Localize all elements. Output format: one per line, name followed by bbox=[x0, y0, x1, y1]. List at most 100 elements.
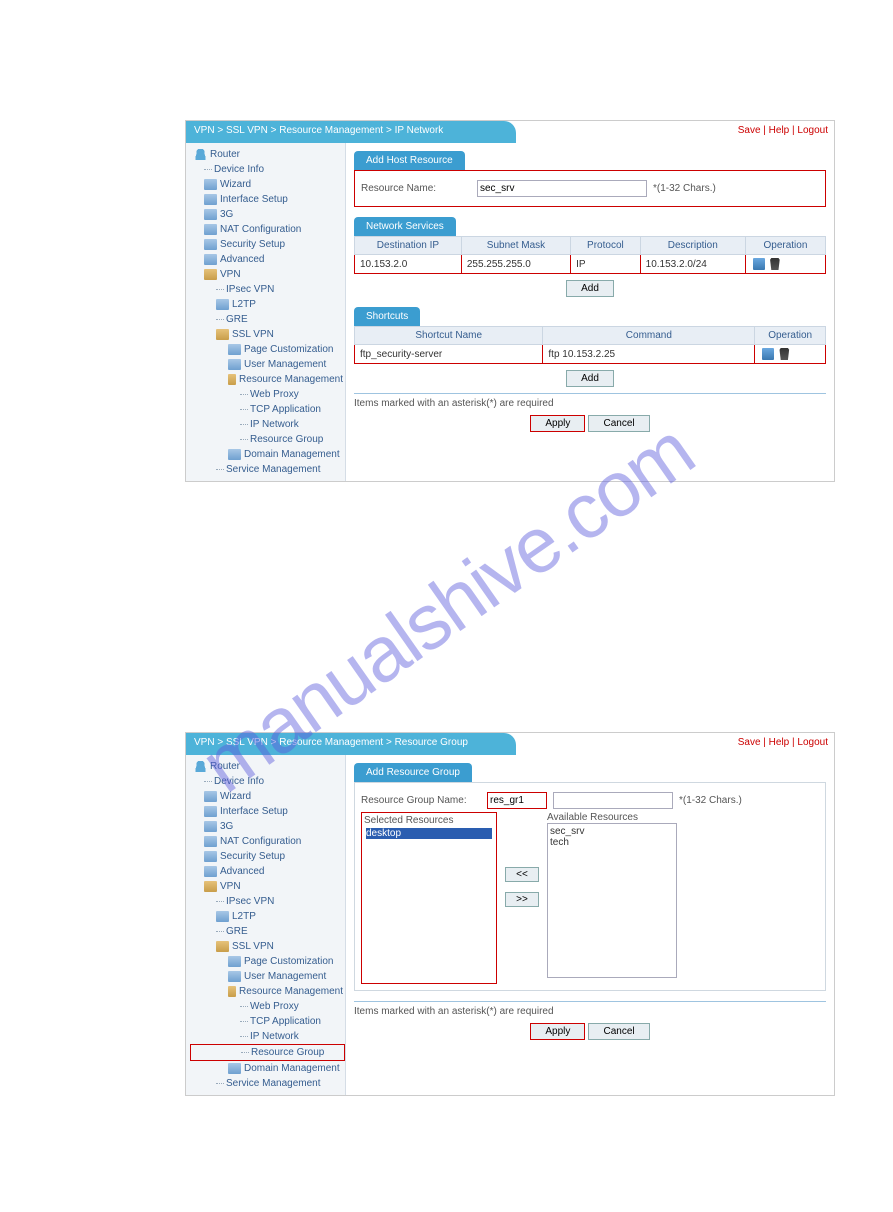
sidebar-item-router[interactable]: Router bbox=[190, 147, 345, 162]
tree-icon bbox=[240, 1006, 248, 1007]
sidebar-item-tcp-app[interactable]: TCP Application bbox=[190, 1014, 345, 1029]
link-logout[interactable]: Logout bbox=[797, 125, 828, 136]
sidebar-item-vpn[interactable]: VPN bbox=[190, 879, 345, 894]
edit-icon[interactable] bbox=[762, 348, 774, 360]
listbox-available[interactable]: sec_srv tech bbox=[547, 823, 677, 978]
sidebar-item-domain-mgmt[interactable]: Domain Management bbox=[190, 1061, 345, 1076]
link-help[interactable]: Help bbox=[769, 125, 790, 136]
delete-icon[interactable] bbox=[769, 258, 781, 270]
sidebar-item-res-mgmt[interactable]: Resource Management bbox=[190, 984, 345, 999]
folder-icon bbox=[204, 806, 217, 817]
sidebar-item-page-custom[interactable]: Page Customization bbox=[190, 342, 345, 357]
label-group-name: Resource Group Name: bbox=[361, 795, 481, 806]
th-dest-ip[interactable]: Destination IP bbox=[355, 237, 462, 255]
sidebar-item-3g[interactable]: 3G bbox=[190, 819, 345, 834]
sidebar-item-l2tp[interactable]: L2TP bbox=[190, 297, 345, 312]
sidebar-item-res-group[interactable]: Resource Group bbox=[190, 432, 345, 447]
apply-button[interactable]: Apply bbox=[530, 1023, 585, 1040]
lbl: L2TP bbox=[232, 911, 256, 922]
link-logout[interactable]: Logout bbox=[797, 737, 828, 748]
add-button[interactable]: Add bbox=[566, 370, 614, 387]
sidebar-item-sslvpn[interactable]: SSL VPN bbox=[190, 327, 345, 342]
sidebar-item-user-mgmt[interactable]: User Management bbox=[190, 357, 345, 372]
cancel-button[interactable]: Cancel bbox=[588, 415, 649, 432]
sidebar-item-res-mgmt[interactable]: Resource Management bbox=[190, 372, 345, 387]
breadcrumb: VPN > SSL VPN > Resource Management > Re… bbox=[186, 733, 516, 755]
th-protocol[interactable]: Protocol bbox=[571, 237, 641, 255]
sidebar-item-advanced[interactable]: Advanced bbox=[190, 864, 345, 879]
tree-icon bbox=[240, 394, 248, 395]
move-right-button[interactable]: >> bbox=[505, 892, 539, 907]
user-icon bbox=[194, 761, 207, 772]
sidebar-item-security[interactable]: Security Setup bbox=[190, 237, 345, 252]
sidebar-item-nat[interactable]: NAT Configuration bbox=[190, 834, 345, 849]
tab-add-resource-group[interactable]: Add Resource Group bbox=[354, 763, 472, 782]
sidebar-item-tcp-app[interactable]: TCP Application bbox=[190, 402, 345, 417]
sidebar-item-ip-network[interactable]: IP Network bbox=[190, 1029, 345, 1044]
table-header: Shortcut Name Command Operation bbox=[355, 327, 826, 345]
sidebar-item-page-custom[interactable]: Page Customization bbox=[190, 954, 345, 969]
th-operation: Operation bbox=[745, 237, 825, 255]
sidebar-item-advanced[interactable]: Advanced bbox=[190, 252, 345, 267]
sidebar-item-l2tp[interactable]: L2TP bbox=[190, 909, 345, 924]
sidebar-item-security[interactable]: Security Setup bbox=[190, 849, 345, 864]
sidebar-item-gre[interactable]: GRE bbox=[190, 924, 345, 939]
input-resource-name[interactable] bbox=[477, 180, 647, 197]
list-item[interactable]: tech bbox=[550, 837, 674, 848]
input-group-name-ext[interactable] bbox=[553, 792, 673, 809]
lbl: Web Proxy bbox=[250, 389, 299, 400]
sidebar-item-ipsec[interactable]: IPsec VPN bbox=[190, 894, 345, 909]
move-left-button[interactable]: << bbox=[505, 867, 539, 882]
sidebar-item-ip-network[interactable]: IP Network bbox=[190, 417, 345, 432]
main-content: Add Resource Group Resource Group Name: … bbox=[346, 755, 834, 1095]
sidebar-item-web-proxy[interactable]: Web Proxy bbox=[190, 387, 345, 402]
lbl: IP Network bbox=[250, 419, 299, 430]
tab-shortcuts[interactable]: Shortcuts bbox=[354, 307, 420, 326]
sidebar-item-nat[interactable]: NAT Configuration bbox=[190, 222, 345, 237]
sidebar-item-interface[interactable]: Interface Setup bbox=[190, 192, 345, 207]
sidebar-item-web-proxy[interactable]: Web Proxy bbox=[190, 999, 345, 1014]
sidebar-item-wizard[interactable]: Wizard bbox=[190, 789, 345, 804]
screenshot-1: VPN > SSL VPN > Resource Management > IP… bbox=[185, 120, 835, 482]
sidebar-item-vpn[interactable]: VPN bbox=[190, 267, 345, 282]
sidebar-item-interface[interactable]: Interface Setup bbox=[190, 804, 345, 819]
tab-network-services[interactable]: Network Services bbox=[354, 217, 456, 236]
edit-icon[interactable] bbox=[753, 258, 765, 270]
list-item[interactable]: sec_srv bbox=[550, 826, 674, 837]
sidebar-item-user-mgmt[interactable]: User Management bbox=[190, 969, 345, 984]
sidebar-item-3g[interactable]: 3G bbox=[190, 207, 345, 222]
folder-icon bbox=[216, 911, 229, 922]
lbl: SSL VPN bbox=[232, 941, 274, 952]
sidebar-item-device-info[interactable]: Device Info bbox=[190, 162, 345, 177]
sidebar-item-service-mgmt[interactable]: Service Management bbox=[190, 462, 345, 477]
folder-icon bbox=[228, 359, 241, 370]
screenshot-2: VPN > SSL VPN > Resource Management > Re… bbox=[185, 732, 835, 1096]
sidebar-item-domain-mgmt[interactable]: Domain Management bbox=[190, 447, 345, 462]
sidebar-item-service-mgmt[interactable]: Service Management bbox=[190, 1076, 345, 1091]
link-help[interactable]: Help bbox=[769, 737, 790, 748]
listbox-selected[interactable]: desktop bbox=[364, 826, 494, 981]
delete-icon[interactable] bbox=[778, 348, 790, 360]
folder-icon bbox=[204, 209, 217, 220]
link-save[interactable]: Save bbox=[738, 737, 761, 748]
th-command[interactable]: Command bbox=[543, 327, 755, 345]
sidebar-item-wizard[interactable]: Wizard bbox=[190, 177, 345, 192]
sidebar-item-device-info[interactable]: Device Info bbox=[190, 774, 345, 789]
input-group-name[interactable] bbox=[487, 792, 547, 809]
sidebar-item-res-group[interactable]: Resource Group bbox=[190, 1044, 345, 1061]
lbl: VPN bbox=[220, 269, 241, 280]
cell-description: 10.153.2.0/24 bbox=[640, 255, 745, 274]
sidebar-item-router[interactable]: Router bbox=[190, 759, 345, 774]
th-description[interactable]: Description bbox=[640, 237, 745, 255]
th-shortcut-name[interactable]: Shortcut Name bbox=[355, 327, 543, 345]
th-subnet[interactable]: Subnet Mask bbox=[461, 237, 570, 255]
apply-button[interactable]: Apply bbox=[530, 415, 585, 432]
list-item[interactable]: desktop bbox=[366, 828, 492, 839]
sidebar-item-gre[interactable]: GRE bbox=[190, 312, 345, 327]
sidebar-item-ipsec[interactable]: IPsec VPN bbox=[190, 282, 345, 297]
tab-add-host-resource[interactable]: Add Host Resource bbox=[354, 151, 465, 170]
sidebar-item-sslvpn[interactable]: SSL VPN bbox=[190, 939, 345, 954]
add-button[interactable]: Add bbox=[566, 280, 614, 297]
cancel-button[interactable]: Cancel bbox=[588, 1023, 649, 1040]
link-save[interactable]: Save bbox=[738, 125, 761, 136]
